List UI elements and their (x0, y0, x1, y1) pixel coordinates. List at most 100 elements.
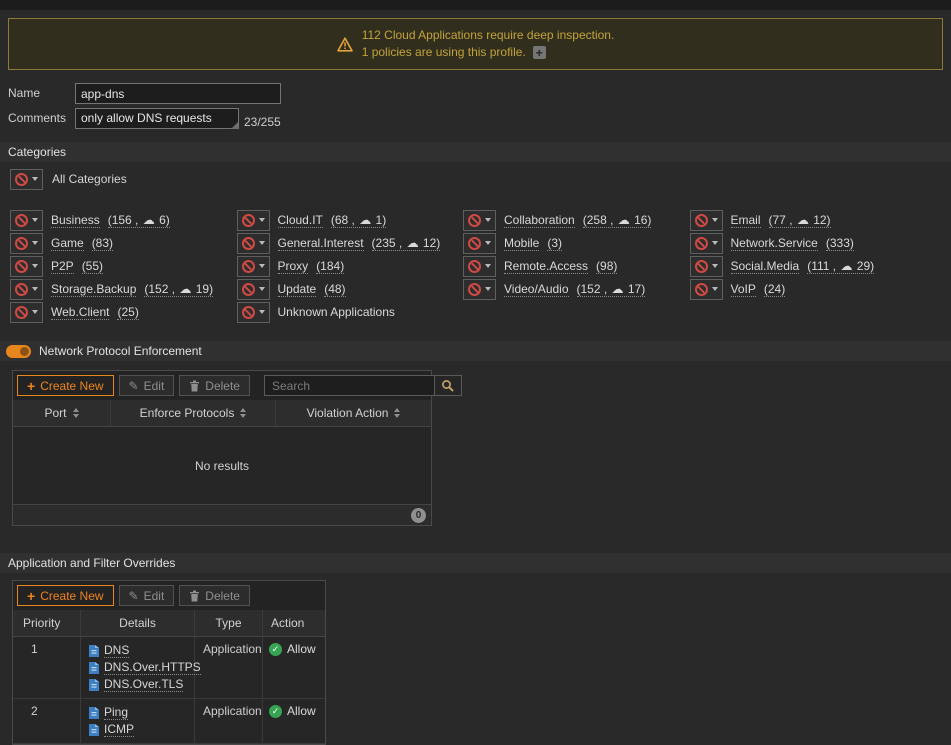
category-action-button[interactable] (463, 233, 496, 254)
category-count: (98) (596, 259, 617, 274)
category-action-button[interactable] (463, 210, 496, 231)
all-categories-row: All Categories (10, 168, 951, 190)
resize-handle[interactable] (231, 122, 238, 129)
category-action-button[interactable] (690, 279, 723, 300)
category-link[interactable]: Social.Media (731, 259, 800, 274)
chevron-down-icon (485, 287, 491, 291)
overrides-delete-button[interactable]: Delete (179, 585, 250, 606)
category-action-button[interactable] (10, 256, 43, 277)
npe-toolbar: + Create New ✎ Edit Delete (13, 371, 431, 400)
category-action-button[interactable] (237, 302, 270, 323)
application-entry: Ping (89, 704, 194, 721)
category-link[interactable]: Unknown Applications (278, 305, 395, 319)
category-link[interactable]: VoIP (731, 282, 756, 297)
expand-plus-icon[interactable]: + (533, 46, 546, 59)
category-link[interactable]: Network.Service (731, 236, 818, 251)
category-item: Remote.Access (98) (463, 256, 690, 276)
category-link[interactable]: Collaboration (504, 213, 575, 228)
npe-table: + Create New ✎ Edit Delete (12, 370, 432, 526)
sort-icon[interactable] (240, 408, 246, 418)
comments-field[interactable]: only allow DNS requests (75, 108, 239, 129)
category-link[interactable]: Web.Client (51, 305, 109, 320)
category-link[interactable]: Remote.Access (504, 259, 588, 274)
category-link[interactable]: Storage.Backup (51, 282, 136, 297)
category-item: Cloud.IT(68 , ☁ 1) (237, 210, 464, 230)
all-categories-label: All Categories (52, 172, 127, 186)
overrides-create-new-button[interactable]: + Create New (17, 585, 114, 606)
npe-delete-button[interactable]: Delete (179, 375, 250, 396)
npe-edit-button[interactable]: ✎ Edit (119, 375, 175, 396)
category-action-button[interactable] (690, 233, 723, 254)
category-link[interactable]: Proxy (278, 259, 309, 274)
column-header-enforce-protocols[interactable]: Enforce Protocols (111, 400, 276, 426)
category-link[interactable]: Game (51, 236, 84, 251)
category-action-button[interactable] (10, 302, 43, 323)
category-count: (235 , ☁ 12) (372, 236, 441, 251)
column-header-violation-action[interactable]: Violation Action (276, 400, 431, 426)
cloud-icon: ☁ (179, 282, 191, 296)
category-action-button[interactable] (10, 210, 43, 231)
chevron-down-icon (485, 241, 491, 245)
table-row[interactable]: 1DNSDNS.Over.HTTPSDNS.Over.TLSApplicatio… (13, 637, 325, 699)
category-action-button[interactable] (237, 279, 270, 300)
chevron-down-icon (259, 264, 265, 268)
category-link[interactable]: P2P (51, 259, 74, 274)
npe-create-new-button[interactable]: + Create New (17, 375, 114, 396)
sort-icon[interactable] (73, 408, 79, 418)
category-count: (3) (547, 236, 562, 251)
application-entry: ICMP (89, 721, 194, 738)
category-item: Unknown Applications (237, 302, 464, 322)
category-link[interactable]: Email (731, 213, 761, 228)
category-action-button[interactable] (463, 256, 496, 277)
category-count: (24) (764, 282, 785, 297)
column-header-details[interactable]: Details (81, 610, 195, 636)
search-input[interactable] (265, 376, 434, 395)
warning-icon (337, 37, 353, 52)
category-action-button[interactable] (10, 279, 43, 300)
sort-icon[interactable] (394, 408, 400, 418)
column-header-type[interactable]: Type (195, 610, 263, 636)
category-action-button[interactable] (237, 256, 270, 277)
npe-toggle[interactable] (6, 345, 31, 358)
column-header-action[interactable]: Action (263, 610, 325, 636)
category-action-button[interactable] (237, 210, 270, 231)
chevron-down-icon (32, 264, 38, 268)
priority-header-label: Priority (23, 616, 60, 630)
overrides-toolbar: + Create New ✎ Edit Delete (13, 581, 325, 610)
category-action-button[interactable] (690, 256, 723, 277)
category-action-button[interactable] (690, 210, 723, 231)
category-link[interactable]: Cloud.IT (278, 213, 323, 228)
column-header-port[interactable]: Port (13, 400, 111, 426)
category-action-button[interactable] (10, 233, 43, 254)
application-link[interactable]: DNS.Over.HTTPS (104, 660, 201, 675)
name-field[interactable] (75, 83, 281, 104)
block-icon (242, 214, 255, 227)
overrides-edit-button[interactable]: ✎ Edit (119, 585, 175, 606)
all-categories-action-button[interactable] (10, 169, 43, 190)
category-action-button[interactable] (463, 279, 496, 300)
application-entry: DNS (89, 642, 194, 659)
category-link[interactable]: Update (278, 282, 317, 297)
application-icon (89, 707, 99, 719)
chevron-down-icon (485, 218, 491, 222)
trash-icon (189, 380, 200, 392)
npe-table-header: Port Enforce Protocols Violation Action (13, 400, 431, 427)
category-action-button[interactable] (237, 233, 270, 254)
application-link[interactable]: DNS (104, 643, 129, 658)
search-button[interactable] (434, 376, 461, 395)
application-link[interactable]: Ping (104, 705, 128, 720)
details-cell: PingICMP (81, 699, 195, 743)
category-item: Email(77 , ☁ 12) (690, 210, 917, 230)
chevron-down-icon (485, 264, 491, 268)
category-link[interactable]: General.Interest (278, 236, 364, 251)
allow-check-icon: ✓ (269, 705, 282, 718)
column-header-priority[interactable]: Priority (13, 610, 81, 636)
category-item: Network.Service(333) (690, 233, 917, 253)
table-row[interactable]: 2PingICMPApplication✓Allow (13, 699, 325, 744)
category-link[interactable]: Business (51, 213, 100, 228)
chevron-down-icon (712, 264, 718, 268)
category-link[interactable]: Mobile (504, 236, 539, 251)
application-link[interactable]: DNS.Over.TLS (104, 677, 183, 692)
category-link[interactable]: Video/Audio (504, 282, 569, 297)
details-cell: DNSDNS.Over.HTTPSDNS.Over.TLS (81, 637, 195, 698)
